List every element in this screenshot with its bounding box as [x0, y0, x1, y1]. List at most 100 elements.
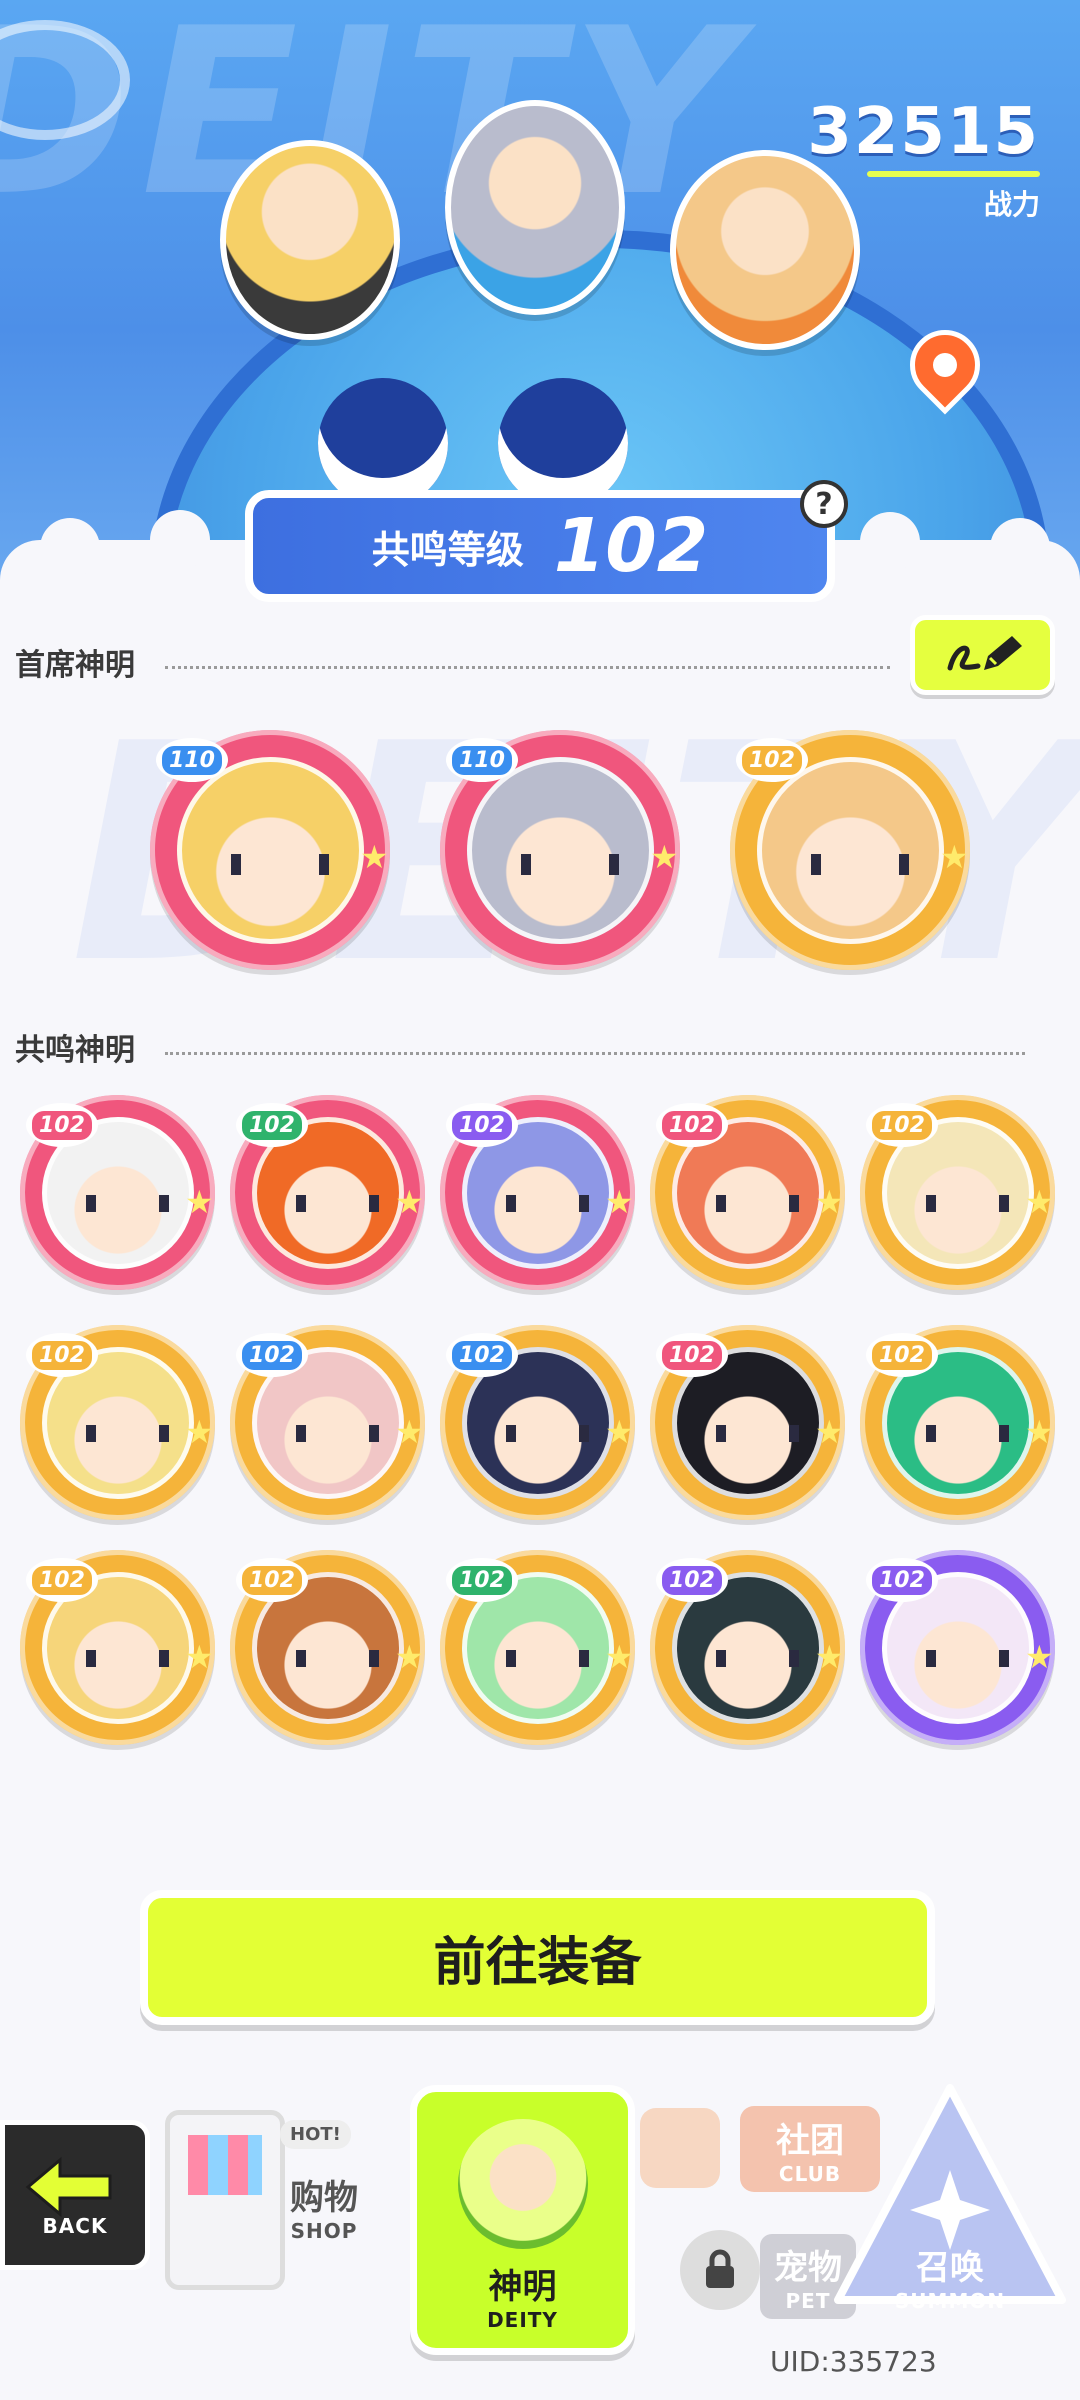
level-value: 102 [32, 1340, 92, 1370]
star-icon: ★ [940, 838, 969, 876]
level-value: 102 [662, 1340, 722, 1370]
star-icon: ★ [605, 1413, 634, 1451]
level-badge: 102 [656, 1558, 728, 1602]
level-value: 102 [662, 1110, 722, 1140]
star-icon: ★ [650, 838, 679, 876]
star-icon: ★ [815, 1413, 844, 1451]
level-badge: 102 [236, 1333, 308, 1377]
level-value: 102 [242, 1565, 302, 1595]
level-badge: 102 [26, 1103, 98, 1147]
level-badge: 102 [446, 1558, 518, 1602]
combat-power-underline [867, 171, 1040, 177]
level-badge: 102 [236, 1558, 308, 1602]
lock-icon [680, 2230, 760, 2310]
summon-label-en: SUMMON [894, 2289, 1006, 2313]
combat-power-value: 32515 [807, 95, 1040, 169]
level-badge: 102 [446, 1333, 518, 1377]
deity-label-cn: 神明 [488, 2266, 557, 2307]
combat-power-label: 战力 [983, 188, 1040, 221]
level-value: 102 [242, 1340, 302, 1370]
star-icon: ★ [360, 838, 389, 876]
level-badge: 102 [236, 1103, 308, 1147]
resonance-deity-avatar[interactable]: 102 ★ [230, 1095, 425, 1290]
chief-deity-avatar[interactable]: 102 ★ [730, 730, 970, 970]
level-badge: 102 [446, 1103, 518, 1147]
deity-portrait [756, 756, 944, 944]
edit-pencil-icon [947, 636, 1022, 671]
level-badge: 102 [656, 1333, 728, 1377]
edit-team-button[interactable] [910, 615, 1055, 695]
nav-deity[interactable]: 神明 DEITY [410, 2085, 635, 2355]
shop-hot-badge: HOT! [280, 2120, 351, 2149]
deity-portrait [466, 756, 654, 944]
resonance-deity-avatar[interactable]: 102 ★ [20, 1550, 215, 1745]
level-badge: 110 [446, 738, 518, 782]
resonance-deity-avatar[interactable]: 102 ★ [230, 1550, 425, 1745]
resonance-deity-avatar[interactable]: 102 ★ [860, 1095, 1055, 1290]
chief-deity-avatar[interactable]: 110 ★ [150, 730, 390, 970]
team-member-chibi-2[interactable] [445, 100, 625, 315]
club-bag-icon [640, 2108, 720, 2188]
level-value: 110 [452, 745, 512, 775]
level-badge: 110 [156, 738, 228, 782]
chief-deity-avatar[interactable]: 110 ★ [440, 730, 680, 970]
resonance-divider [165, 1052, 1025, 1055]
level-value: 102 [872, 1340, 932, 1370]
level-badge: 102 [736, 738, 808, 782]
star-icon: ★ [395, 1638, 424, 1676]
resonance-deity-avatar[interactable]: 102 ★ [650, 1325, 845, 1520]
star-icon: ★ [1025, 1183, 1054, 1221]
deity-label-en: DEITY [487, 2307, 558, 2332]
resonance-level-label: 共鸣等级 [371, 527, 524, 572]
level-badge: 102 [26, 1333, 98, 1377]
nav-shop[interactable]: HOT! 购物 SHOP [165, 2080, 405, 2320]
star-icon: ★ [185, 1413, 214, 1451]
shop-label-cn: 购物 [290, 2178, 358, 2218]
level-badge: 102 [866, 1333, 938, 1377]
resonance-deity-avatar[interactable]: 102 ★ [650, 1550, 845, 1745]
resonance-deity-avatar[interactable]: 102 ★ [20, 1325, 215, 1520]
level-value: 102 [742, 745, 802, 775]
star-icon: ★ [815, 1638, 844, 1676]
level-value: 102 [662, 1565, 722, 1595]
summon-label-cn: 召唤 [916, 2248, 984, 2288]
resonance-deity-avatar[interactable]: 102 ★ [440, 1095, 635, 1290]
level-value: 102 [872, 1565, 932, 1595]
level-value: 102 [872, 1110, 932, 1140]
team-member-chibi-1[interactable] [220, 140, 400, 340]
resonance-deity-avatar[interactable]: 102 ★ [230, 1325, 425, 1520]
deity-character-icon [457, 2118, 588, 2249]
resonance-deity-avatar[interactable]: 102 ★ [20, 1095, 215, 1290]
star-icon: ★ [185, 1638, 214, 1676]
go-equip-button[interactable]: 前往装备 [140, 1890, 935, 2025]
resonance-deity-avatar[interactable]: 102 ★ [860, 1550, 1055, 1745]
level-badge: 102 [866, 1558, 938, 1602]
back-button[interactable]: BACK [0, 2120, 150, 2270]
level-value: 102 [242, 1110, 302, 1140]
resonance-deity-avatar[interactable]: 102 ★ [650, 1095, 845, 1290]
vending-machine-icon [165, 2110, 285, 2290]
resonance-deity-avatar[interactable]: 102 ★ [440, 1550, 635, 1745]
shop-label-en: SHOP [290, 2219, 358, 2243]
chief-divider [165, 666, 890, 669]
star-icon: ★ [395, 1183, 424, 1221]
back-arrow-icon [25, 2156, 112, 2218]
resonance-deity-avatar[interactable]: 102 ★ [440, 1325, 635, 1520]
resonance-level-bar: 共鸣等级 102 [245, 490, 835, 602]
resonance-level-value: 102 [553, 503, 709, 589]
combat-power: 32515 战力 [807, 95, 1040, 223]
level-value: 102 [452, 1565, 512, 1595]
level-badge: 102 [866, 1103, 938, 1147]
help-icon[interactable]: ? [800, 480, 848, 528]
star-icon: ★ [815, 1183, 844, 1221]
user-id: UID:335723 [770, 2345, 937, 2378]
level-badge: 102 [656, 1103, 728, 1147]
level-value: 102 [452, 1340, 512, 1370]
level-value: 110 [162, 745, 222, 775]
resonance-deity-avatar[interactable]: 102 ★ [860, 1325, 1055, 1520]
star-icon: ★ [395, 1413, 424, 1451]
nav-summon[interactable]: 召唤 SUMMON [830, 2080, 1070, 2330]
pet-label-en: PET [785, 2289, 831, 2313]
level-value: 102 [32, 1110, 92, 1140]
star-icon: ★ [1025, 1413, 1054, 1451]
